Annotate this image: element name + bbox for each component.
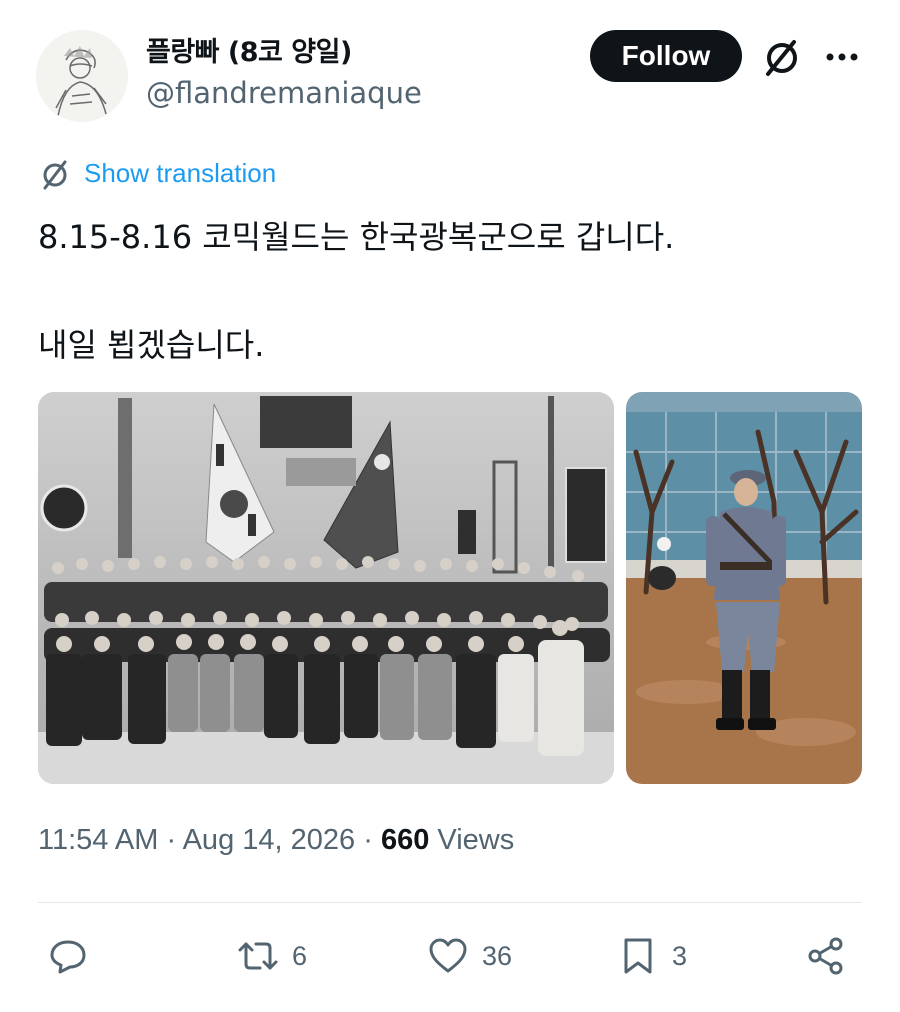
reply-button[interactable]: [46, 930, 102, 982]
repost-icon: [238, 942, 278, 970]
repost-button[interactable]: 6: [236, 930, 307, 982]
share-button[interactable]: [804, 930, 848, 982]
divider: [38, 902, 862, 903]
avatar[interactable]: [36, 30, 128, 122]
like-button[interactable]: 36: [426, 930, 512, 982]
bookmark-count: 3: [672, 940, 688, 971]
tweet-meta: 11:54 AM · Aug 14, 2026 · 660 Views: [38, 824, 514, 857]
repost-count: 6: [292, 940, 308, 971]
handle[interactable]: @flandremaniaque: [146, 76, 422, 110]
bookmark-icon: [624, 938, 652, 974]
share-icon: [808, 937, 843, 975]
bookmark-button[interactable]: 3: [616, 930, 687, 982]
tweet-text-line-1: 8.15-8.16 코믹월드는 한국광복군으로 갑니다.: [38, 218, 675, 256]
tweet-text-line-2: 내일 뵙겠습니다.: [38, 326, 265, 364]
tweet-time[interactable]: 11:54 AM: [38, 824, 158, 856]
follow-button[interactable]: Follow: [590, 30, 742, 82]
display-name[interactable]: 플랑빠 (8코 양일): [146, 30, 352, 69]
reply-icon: [50, 940, 86, 974]
grok-icon[interactable]: [760, 36, 804, 80]
group-photo[interactable]: [38, 392, 614, 784]
show-translation-link[interactable]: Show translation: [84, 158, 276, 189]
translate-icon: [38, 158, 72, 192]
heart-icon: [429, 938, 467, 973]
like-count: 36: [482, 940, 513, 971]
tweet-date[interactable]: Aug 14, 2026: [183, 824, 356, 856]
views-count: 660: [380, 824, 430, 856]
views-label: Views: [437, 824, 515, 856]
more-icon[interactable]: [822, 40, 862, 74]
meta-separator: ·: [363, 824, 373, 856]
meta-separator: ·: [166, 824, 177, 856]
soldier-cosplay-photo[interactable]: [626, 392, 862, 784]
